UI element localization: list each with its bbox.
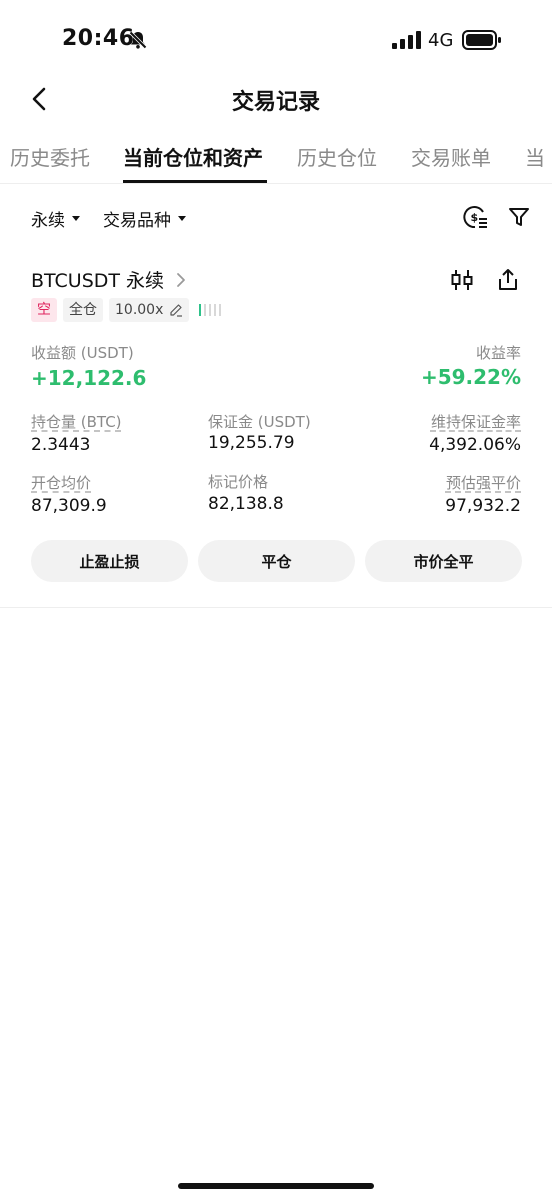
network-type: 4G xyxy=(428,30,454,51)
battery-icon xyxy=(462,30,501,50)
status-bar: 20:46 4G xyxy=(0,0,552,80)
side-badge: 空 xyxy=(31,298,57,322)
status-time: 20:46 xyxy=(62,26,135,51)
mark-price-label: 标记价格 xyxy=(208,473,269,491)
chevron-right-icon xyxy=(177,272,185,287)
position-tags: 空 全仓 10.00x xyxy=(31,298,222,322)
leverage-value: 10.00x xyxy=(115,302,164,318)
tab-current-positions-assets[interactable]: 当前仓位和资产 xyxy=(123,142,263,171)
close-position-button[interactable]: 平仓 xyxy=(198,540,355,582)
cellular-signal-icon xyxy=(392,31,421,49)
tab-order-history[interactable]: 历史委托 xyxy=(10,142,90,171)
risk-level-indicator xyxy=(199,304,222,316)
page-title: 交易记录 xyxy=(231,90,320,115)
filter-funnel-icon[interactable] xyxy=(508,206,530,228)
caret-down-icon xyxy=(72,216,80,221)
contract-type-label: 永续 xyxy=(31,211,65,231)
product-dropdown[interactable]: 交易品种 xyxy=(103,206,186,231)
maintenance-margin-ratio-value: 4,392.06% xyxy=(429,435,521,455)
position-pair-name: BTCUSDT 永续 xyxy=(31,270,165,292)
tab-overflow[interactable]: 当 xyxy=(525,142,545,171)
mark-price-value: 82,138.8 xyxy=(208,494,284,514)
home-indicator[interactable] xyxy=(178,1183,374,1189)
contract-type-dropdown[interactable]: 永续 xyxy=(31,206,80,231)
entry-price-value: 87,309.9 xyxy=(31,496,107,516)
filter-row: 永续 交易品种 $ xyxy=(0,198,552,238)
coin-list-icon[interactable]: $ xyxy=(462,204,488,230)
tab-bar: 历史委托 当前仓位和资产 历史仓位 交易账单 当 xyxy=(0,134,552,184)
margin-value: 19,255.79 xyxy=(208,433,295,453)
liquidation-price-value: 97,932.2 xyxy=(445,496,521,516)
position-card: BTCUSDT 永续 空 全仓 10.00x 收益额 (USDT) +12,12… xyxy=(0,250,552,608)
entry-price-label: 开仓均价 xyxy=(31,474,92,492)
market-close-all-button[interactable]: 市价全平 xyxy=(365,540,522,582)
tab-trade-bills[interactable]: 交易账单 xyxy=(411,142,491,171)
nav-bar: 交易记录 xyxy=(0,78,552,122)
margin-mode-badge: 全仓 xyxy=(63,298,103,322)
roi-value: +59.22% xyxy=(420,365,521,389)
liquidation-price-label: 预估强平价 xyxy=(445,474,521,492)
active-tab-indicator xyxy=(123,180,267,183)
share-icon[interactable] xyxy=(496,268,520,292)
leverage-badge[interactable]: 10.00x xyxy=(109,298,190,322)
tab-position-history[interactable]: 历史仓位 xyxy=(297,142,377,171)
position-pair-link[interactable]: BTCUSDT 永续 xyxy=(31,266,186,293)
margin-label: 保证金 (USDT) xyxy=(208,413,311,431)
pnl-label: 收益额 (USDT) xyxy=(31,344,134,362)
maintenance-margin-ratio-label: 维持保证金率 xyxy=(430,413,521,431)
roi-label: 收益率 xyxy=(475,344,521,362)
bell-muted-icon xyxy=(129,31,147,49)
tp-sl-button[interactable]: 止盈止损 xyxy=(31,540,188,582)
pnl-value: +12,122.6 xyxy=(31,366,147,390)
candlestick-chart-icon[interactable] xyxy=(450,268,474,292)
size-value: 2.3443 xyxy=(31,435,91,455)
product-label: 交易品种 xyxy=(103,211,171,231)
svg-text:$: $ xyxy=(471,211,479,224)
edit-pencil-icon xyxy=(170,304,183,317)
caret-down-icon xyxy=(178,216,186,221)
size-label: 持仓量 (BTC) xyxy=(31,413,122,431)
